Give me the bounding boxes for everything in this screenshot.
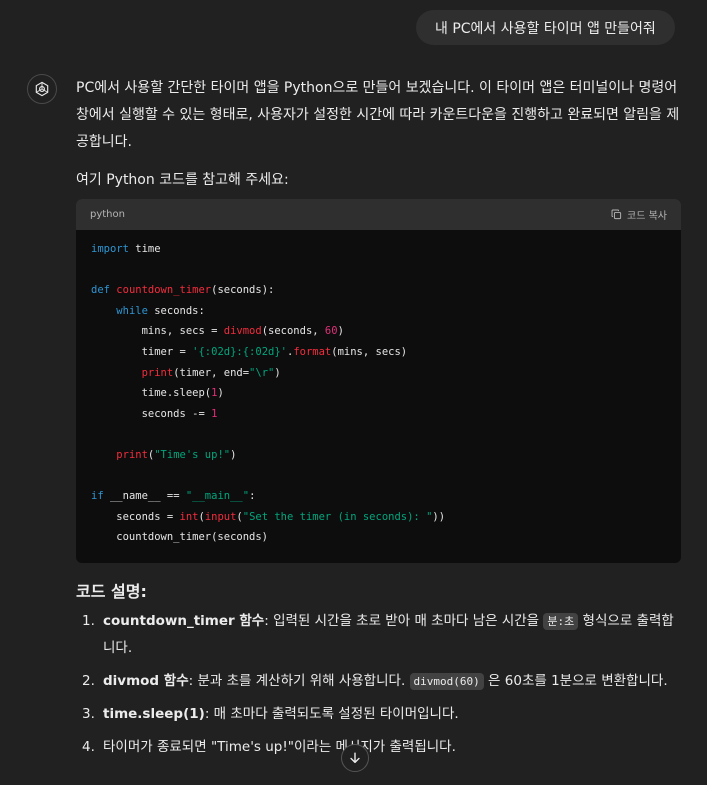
code-line: mins, secs = divmod(seconds, 60) [91,321,666,342]
code-token: (seconds, [261,325,325,338]
explanation-list: 1. countdown_timer 함수: 입력된 시간을 초로 받아 매 초… [76,608,682,767]
code-line: if __name__ == "__main__": [91,486,666,507]
code-token: (timer, end= [173,366,250,379]
code-token: ) [230,448,237,461]
assistant-intro-paragraph: PC에서 사용할 간단한 타이머 앱을 Python으로 만들어 보겠습니다. … [76,80,680,150]
code-token: timer = [91,345,193,358]
code-token: format [293,345,332,358]
code-line: def countdown_timer(seconds): [91,280,666,301]
copy-code-button[interactable]: 코드 복사 [611,207,667,222]
code-token: if [91,490,104,503]
code-token: input [204,510,237,523]
list-item: 4. 타이머가 종료되면 "Time's up!"이라는 메시지가 출력됩니다. [76,734,682,761]
code-line: while seconds: [91,301,666,322]
list-item: 1. countdown_timer 함수: 입력된 시간을 초로 받아 매 초… [76,608,682,662]
arrow-down-icon [350,752,360,764]
code-line: print(timer, end="\r") [91,363,666,384]
explanation-heading: 코드 설명: [76,582,147,601]
code-body[interactable]: import time def countdown_timer(seconds)… [76,230,681,548]
code-token: time.sleep( [91,387,212,400]
list-item-number: 4. [82,739,95,755]
code-line: print("Time's up!") [91,445,666,466]
code-token: ) [217,387,224,400]
code-token: 60 [324,325,338,338]
code-token: seconds -= [91,407,212,420]
code-token: 1 [211,407,218,420]
user-message-text: 내 PC에서 사용할 타이머 앱 만들어줘 [435,20,656,37]
assistant-avatar [27,74,57,104]
list-item-bold: time.sleep(1) [103,706,205,722]
code-token: "__main__" [185,490,250,503]
code-token: (mins, secs) [331,345,408,358]
code-token: divmod [223,325,262,338]
code-token: int [179,510,199,523]
code-line: import time [91,239,666,260]
code-token: "Set the timer (in seconds): " [242,510,433,523]
copy-icon [611,209,622,220]
code-token: print [116,448,148,461]
code-token: seconds: [147,304,205,317]
code-block: python 코드 복사 import time def countdown_t… [76,199,681,563]
code-line: countdown_timer(seconds) [91,527,666,548]
list-item-number: 3. [82,706,95,722]
code-line: seconds = int(input("Set the timer (in s… [91,507,666,528]
list-item: 2. divmod 함수: 분과 초를 계산하기 위해 사용합니다. divmo… [76,668,682,695]
code-language-label: python [90,209,125,220]
code-token: while [116,304,148,317]
list-item-text: : 입력된 시간을 초로 받아 매 초마다 남은 시간을 [264,613,544,629]
code-token: ) [274,366,281,379]
list-item-number: 1. [82,613,95,629]
code-line: timer = '{:02d}:{:02d}'.format(mins, sec… [91,342,666,363]
code-token: seconds = [91,510,180,523]
openai-logo-icon [35,81,49,97]
code-token: ) [337,325,344,338]
code-token: '{:02d}:{:02d}' [192,345,287,358]
inline-code: 분:초 [543,613,579,630]
code-token: : [249,490,256,503]
code-token: print [141,366,174,379]
list-item-number: 2. [82,673,95,689]
user-message-bubble: 내 PC에서 사용할 타이머 앱 만들어줘 [416,10,675,45]
copy-code-label: 코드 복사 [627,211,667,222]
list-item-bold: divmod 함수 [103,673,189,689]
code-token: mins, secs = [91,325,224,338]
assistant-lead-paragraph: 여기 Python 코드를 참고해 주세요: [76,172,289,188]
list-item-text: : 매 초마다 출력되도록 설정된 타이머입니다. [204,706,459,722]
list-item-bold: countdown_timer 함수 [103,613,265,629]
code-token: "Time's up!" [154,448,231,461]
code-token: countdown_timer [116,284,212,297]
code-token: "\r" [249,366,275,379]
code-line: seconds -= 1 [91,404,666,425]
scroll-to-bottom-button[interactable] [341,744,369,772]
code-token: __name__ == [103,490,186,503]
code-line: time.sleep(1) [91,383,666,404]
code-block-header: python 코드 복사 [76,199,681,230]
code-token: time [128,243,161,255]
list-item-text: : 분과 초를 계산하기 위해 사용합니다. [188,673,410,689]
code-token: import [91,243,129,255]
code-token: countdown_timer(seconds) [91,531,269,544]
code-token: (seconds): [211,284,275,297]
list-item-text: 타이머가 종료되면 "Time's up!"이라는 메시지가 출력됩니다. [103,739,456,755]
code-token: def [91,284,110,297]
list-item: 3. time.sleep(1): 매 초마다 출력되도록 설정된 타이머입니다… [76,701,682,728]
code-token: )) [432,510,446,523]
list-item-text-after: 은 60초를 1분으로 변환합니다. [483,673,668,689]
inline-code: divmod(60) [409,673,484,690]
